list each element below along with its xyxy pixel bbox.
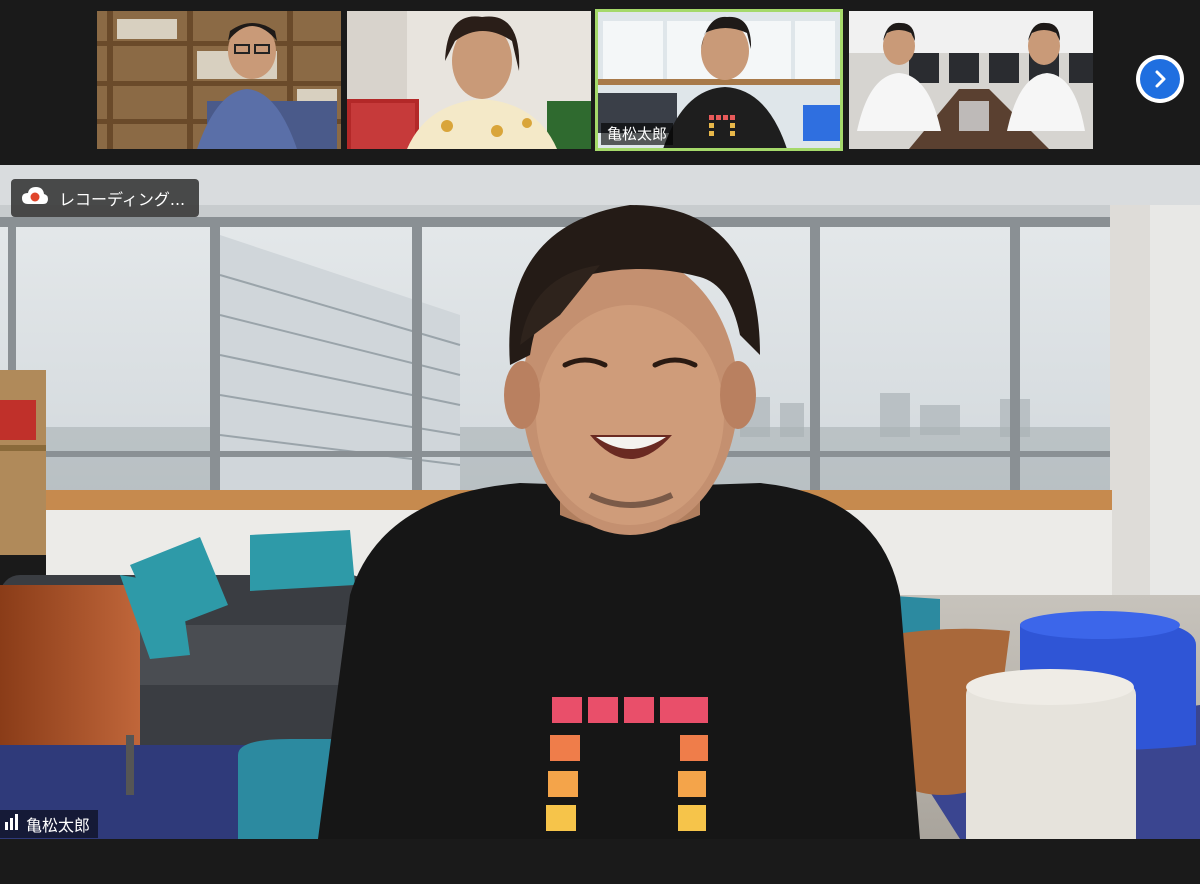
recording-indicator[interactable]: レコーディング... xyxy=(11,179,200,217)
participant-strip: 亀松太郎 xyxy=(0,0,1200,160)
chevron-right-icon xyxy=(1140,59,1180,99)
participant-video-1 xyxy=(97,11,341,149)
bottom-bar xyxy=(0,839,1200,884)
speaker-name: 亀松太郎 xyxy=(26,816,91,835)
cloud-record-icon xyxy=(21,186,49,210)
participant-tile-1[interactable] xyxy=(97,11,341,149)
recording-label: レコーディング... xyxy=(59,190,186,209)
participant-video-4 xyxy=(849,11,1093,149)
active-speaker-video xyxy=(0,165,1200,839)
active-speaker-name-label: 亀松太郎 xyxy=(0,810,99,838)
participant-tile-2[interactable] xyxy=(347,11,591,149)
participant-name-label: 亀松太郎 xyxy=(601,123,674,145)
speaker-video-frame xyxy=(0,165,1200,839)
meeting-window: 亀松太郎 レコーディング... 亀松太郎 xyxy=(0,0,1200,884)
participant-video-2 xyxy=(347,11,591,149)
participant-tile-4[interactable] xyxy=(849,11,1093,149)
next-page-button[interactable] xyxy=(1136,55,1184,103)
participant-tile-3[interactable]: 亀松太郎 xyxy=(595,9,843,151)
signal-bars-icon xyxy=(4,814,20,834)
